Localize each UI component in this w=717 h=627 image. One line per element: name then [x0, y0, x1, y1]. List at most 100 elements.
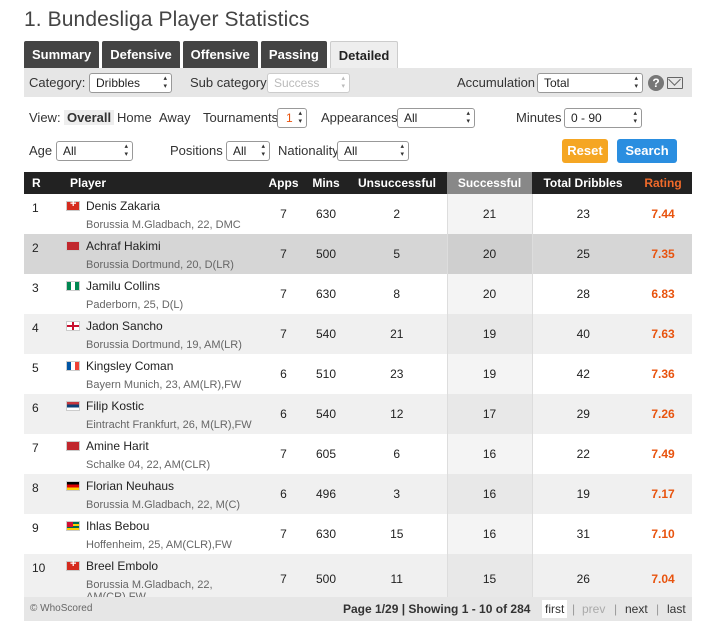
appearances-select[interactable]: All — [397, 108, 475, 128]
player-meta: Paderborn, 25, D(L) — [86, 299, 184, 311]
stat-tabs: Summary Defensive Offensive Passing Deta… — [24, 41, 401, 68]
table-row: 6 Filip Kostic Eintracht Frankfurt, 26, M(… — [24, 394, 692, 434]
tab-defensive[interactable]: Defensive — [102, 41, 180, 68]
page-title: 1. Bundesliga Player Statistics — [24, 8, 310, 31]
player-name-link[interactable]: Breel Embolo — [86, 559, 158, 573]
cell-unsuccessful: 11 — [347, 554, 447, 603]
tab-passing[interactable]: Passing — [260, 41, 327, 68]
cell-rating: 7.35 — [634, 234, 692, 274]
player-meta: Borussia M.Gladbach, 22, DMC — [86, 219, 241, 231]
cell-mins: 630 — [315, 207, 337, 221]
table-row: 10Breel EmboloBorussia M.Gladbach, 22, A… — [24, 554, 692, 603]
flag-icon — [66, 521, 80, 531]
tab-detailed[interactable]: Detailed — [329, 41, 399, 68]
player-meta: Schalke 04, 22, AM(CLR) — [86, 459, 211, 471]
header-mins[interactable]: Mins — [305, 172, 347, 194]
filter-panel: Category: Dribbles Sub category: Success… — [24, 68, 692, 172]
header-unsuccessful[interactable]: Unsuccessful — [347, 172, 447, 194]
cell-unsuccessful: 6 — [393, 447, 401, 461]
pager-separator: | — [572, 602, 576, 616]
subcategory-label: Sub category: — [190, 75, 271, 90]
header-total-dribbles[interactable]: Total Dribbles — [532, 172, 634, 194]
minutes-label: Minutes — [516, 110, 562, 125]
category-select[interactable]: Dribbles — [89, 73, 172, 93]
next-page-link[interactable]: next — [625, 602, 648, 616]
view-label: View: — [29, 110, 61, 125]
cell-unsuccessful: 23 — [390, 367, 404, 381]
cell-player: Achraf Hakimi Borussia Dortmund, 20, D(LR… — [66, 234, 262, 274]
header-rating[interactable]: Rating — [634, 172, 692, 194]
cell-rating: 7.36 — [651, 367, 675, 381]
cell-mins: 540 — [305, 394, 347, 434]
player-name-link[interactable]: Denis Zakaria — [86, 199, 160, 213]
search-button[interactable]: Search — [617, 139, 677, 163]
table-row: 5 Kingsley Coman Bayern Munich, 23, AM(LR)… — [24, 354, 692, 394]
subcategory-select[interactable]: Success — [267, 73, 350, 93]
player-name-link[interactable]: Jamilu Collins — [86, 279, 160, 293]
minutes-select[interactable]: 0 - 90 — [564, 108, 642, 128]
tournaments-label: Tournaments — [203, 110, 279, 125]
flag-icon — [66, 198, 80, 211]
mail-icon[interactable] — [667, 77, 683, 89]
player-meta: Borussia Dortmund, 20, D(LR) — [86, 259, 234, 271]
category-label: Category: — [29, 75, 86, 90]
positions-select[interactable]: All — [226, 141, 270, 161]
cell-rank: 7 — [32, 441, 39, 455]
cell-successful: 15 — [446, 554, 533, 603]
prev-page-link[interactable]: prev — [582, 602, 605, 616]
nationality-select[interactable]: All — [337, 141, 409, 161]
header-rank[interactable]: R — [24, 172, 66, 194]
cell-unsuccessful: 12 — [347, 394, 447, 434]
view-away[interactable]: Away — [159, 110, 191, 125]
cell-total-dribbles: 28 — [576, 287, 590, 301]
header-successful[interactable]: Successful — [447, 172, 532, 194]
page: 1. Bundesliga Player Statistics Summary … — [0, 0, 717, 627]
tab-offensive[interactable]: Offensive — [182, 41, 258, 68]
cell-total-dribbles: 42 — [576, 367, 590, 381]
view-overall[interactable]: Overall — [64, 110, 115, 125]
player-name-link[interactable]: Amine Harit — [86, 439, 149, 453]
tab-summary[interactable]: Summary — [24, 41, 100, 68]
cell-apps: 7 — [280, 527, 287, 541]
player-name-link[interactable]: Filip Kostic — [86, 399, 144, 413]
header-apps[interactable]: Apps — [262, 172, 305, 194]
player-name-link[interactable]: Florian Neuhaus — [86, 479, 174, 493]
table-row: 1 Denis Zakaria Borussia M.Gladbach, 22, D… — [24, 194, 692, 234]
accumulation-select[interactable]: Total — [537, 73, 643, 93]
cell-rank: 6 — [24, 394, 66, 434]
pager-separator: | — [614, 602, 618, 616]
cell-successful: 19 — [446, 354, 533, 394]
age-select[interactable]: All — [56, 141, 133, 161]
table-row: 2 Achraf Hakimi Borussia Dortmund, 20, D(L… — [24, 234, 692, 274]
first-page-link[interactable]: first — [542, 600, 568, 618]
player-name-link[interactable]: Achraf Hakimi — [86, 239, 161, 253]
cell-rating: 7.44 — [651, 207, 675, 221]
flag-icon — [66, 281, 80, 291]
reset-button[interactable]: Reset — [562, 139, 608, 163]
cell-successful: 21 — [446, 194, 533, 234]
tournaments-select[interactable]: 1 — [277, 108, 307, 128]
player-name-link[interactable]: Ihlas Bebou — [86, 519, 149, 533]
flag-icon — [66, 441, 80, 451]
help-icon[interactable]: ? — [648, 75, 664, 91]
last-page-link[interactable]: last — [667, 602, 686, 616]
view-home[interactable]: Home — [117, 110, 152, 125]
cell-rank: 3 — [32, 281, 39, 295]
cell-apps: 6 — [262, 394, 305, 434]
cell-rating: 7.10 — [651, 527, 675, 541]
cell-successful: 20 — [446, 234, 533, 274]
player-name-link[interactable]: Kingsley Coman — [86, 359, 173, 373]
cell-successful: 19 — [446, 314, 533, 354]
table-row: 9 Ihlas Bebou Hoffenheim, 25, AM(CLR),FW 7 6… — [24, 514, 692, 554]
cell-player: Jadon Sancho Borussia Dortmund, 19, AM(LR… — [66, 314, 262, 354]
cell-mins: 605 — [315, 447, 337, 461]
cell-rank: 5 — [32, 361, 39, 375]
cell-rank: 9 — [32, 521, 39, 535]
cell-mins: 630 — [315, 287, 337, 301]
header-player[interactable]: Player — [66, 172, 262, 194]
cell-player: Kingsley Coman Bayern Munich, 23, AM(LR),… — [66, 354, 262, 394]
cell-unsuccessful: 2 — [393, 207, 401, 221]
player-name-link[interactable]: Jadon Sancho — [86, 319, 163, 333]
cell-rating: 7.26 — [634, 394, 692, 434]
flag-icon — [66, 241, 80, 251]
